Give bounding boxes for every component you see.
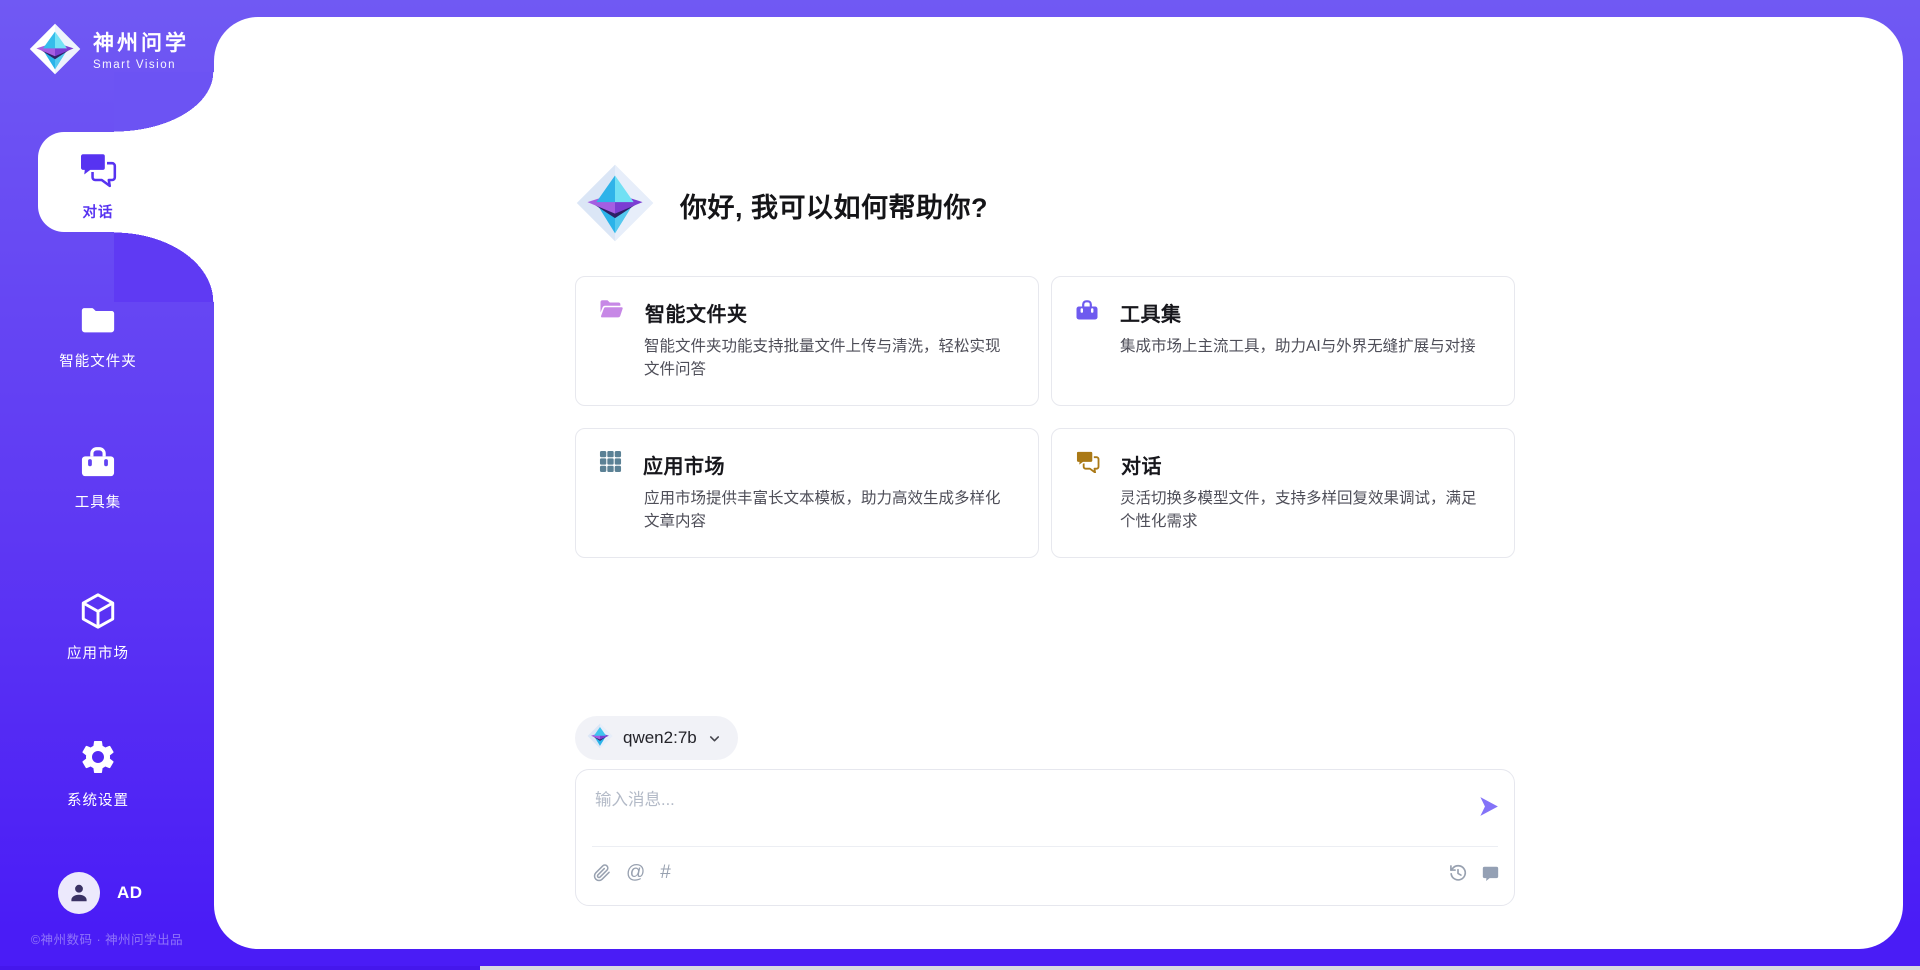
card-app-market[interactable]: 应用市场 应用市场提供丰富长文本模板，助力高效生成多样化文章内容 [575,428,1039,558]
brand-text: 神州问学 Smart Vision [93,32,189,71]
gear-icon [78,737,118,782]
brand-logo-icon [28,22,82,81]
send-button[interactable] [1476,794,1501,819]
user-icon [67,881,91,905]
card-toolbox[interactable]: 工具集 集成市场上主流工具，助力AI与外界无缝扩展与对接 [1051,276,1515,406]
sidebar-item-chat[interactable]: 对话 [0,151,196,222]
greeting-title: 你好, 我可以如何帮助你? [680,186,988,225]
sidebar: 神州问学 Smart Vision 对话 智能文件夹 [0,0,214,966]
brand-name: 神州问学 [93,32,189,56]
sidebar-item-label: 系统设置 [67,789,129,810]
brand-subtitle: Smart Vision [93,59,189,71]
history-icon [1448,863,1468,883]
toolbox-icon [79,445,117,484]
feedback-button[interactable] [1481,864,1500,883]
model-name: qwen2:7b [623,728,697,748]
footer-credit: ©神州数码 · 神州问学出品 [0,929,214,948]
card-title: 智能文件夹 [645,298,748,327]
user-profile[interactable]: AD [58,872,143,914]
card-chat[interactable]: 对话 灵活切换多模型文件，支持多样回复效果调试，满足个性化需求 [1051,428,1515,558]
input-divider [592,846,1498,847]
sidebar-item-label: 对话 [83,201,114,222]
feature-cards: 智能文件夹 智能文件夹功能支持批量文件上传与清洗，轻松实现文件问答 工具集 [575,276,1515,558]
chevron-down-icon [707,731,722,746]
assistant-logo-icon [575,163,655,248]
sidebar-item-app-market[interactable]: 应用市场 [0,592,196,663]
sidebar-item-label: 工具集 [75,491,122,512]
window-bottom-edge-light [480,966,1920,970]
hashtag-icon: # [660,863,671,883]
history-button[interactable] [1448,863,1468,883]
composer-tools-left: @ # [593,863,671,883]
sidebar-item-label: 智能文件夹 [59,350,137,371]
main-content: 你好, 我可以如何帮助你? 智能文件夹 智能文件夹功能支持批量文件上传与清洗，轻… [575,17,1515,949]
attach-button[interactable] [593,864,611,882]
user-initials: AD [117,883,143,903]
sidebar-item-toolbox[interactable]: 工具集 [0,445,196,512]
composer-tools-right [1448,863,1500,883]
avatar [58,872,100,914]
card-description: 灵活切换多模型文件，支持多样回复效果调试，满足个性化需求 [1120,487,1490,533]
sidebar-item-settings[interactable]: 系统设置 [0,737,196,810]
active-tab-fillet-bottom [114,232,214,302]
cube-icon [79,592,117,635]
card-description: 智能文件夹功能支持批量文件上传与清洗，轻松实现文件问答 [644,335,1014,381]
mention-button[interactable]: @ [626,863,645,883]
card-title: 对话 [1121,450,1162,479]
hashtag-button[interactable]: # [660,863,671,883]
mention-icon: @ [626,863,645,883]
folder-open-icon [599,299,624,325]
send-icon [1476,794,1501,819]
card-description: 应用市场提供丰富长文本模板，助力高效生成多样化文章内容 [644,487,1014,533]
model-logo-icon [587,723,613,754]
app-root: { "brand": { "name": "神州问学", "subtitle":… [0,0,1920,970]
card-title: 工具集 [1120,298,1182,327]
card-title: 应用市场 [643,450,725,479]
main-panel: 你好, 我可以如何帮助你? 智能文件夹 智能文件夹功能支持批量文件上传与清洗，轻… [214,17,1903,949]
card-description: 集成市场上主流工具，助力AI与外界无缝扩展与对接 [1120,335,1490,358]
sidebar-item-smart-folder[interactable]: 智能文件夹 [0,303,196,371]
grid-icon [599,450,622,478]
sidebar-item-label: 应用市场 [67,642,129,663]
greeting: 你好, 我可以如何帮助你? [575,163,988,248]
active-tab-fillet-top [114,72,214,132]
window-bottom-edge-dark [0,966,480,970]
paperclip-icon [593,864,611,882]
toolbox-icon [1075,299,1099,326]
chat-icon [78,151,118,194]
folder-icon [79,303,117,343]
card-smart-folder[interactable]: 智能文件夹 智能文件夹功能支持批量文件上传与清洗，轻松实现文件问答 [575,276,1039,406]
message-input[interactable] [593,784,1457,844]
message-input-box: @ # [575,769,1515,906]
chat-bubble-icon [1481,864,1500,883]
model-selector[interactable]: qwen2:7b [575,716,738,760]
chat-icon [1075,450,1100,478]
